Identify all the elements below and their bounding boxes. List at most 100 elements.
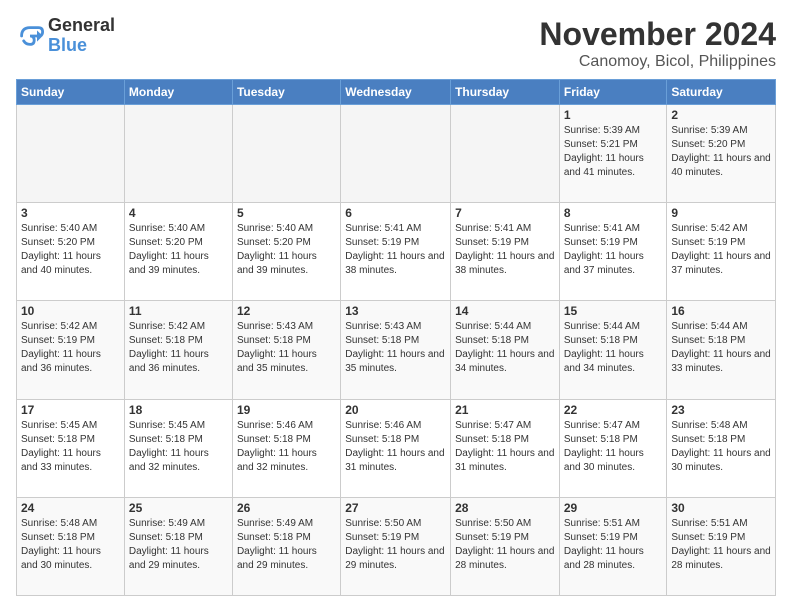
calendar-cell: 23 Sunrise: 5:48 AM Sunset: 5:18 PM Dayli…	[667, 399, 776, 497]
day-info: Sunrise: 5:41 AM Sunset: 5:19 PM Dayligh…	[564, 222, 663, 278]
day-info: Sunrise: 5:50 AM Sunset: 5:19 PM Dayligh…	[455, 517, 555, 573]
day-number: 20	[345, 403, 446, 417]
logo-icon	[16, 22, 44, 50]
day-info: Sunrise: 5:45 AM Sunset: 5:18 PM Dayligh…	[21, 419, 120, 475]
day-info: Sunrise: 5:44 AM Sunset: 5:18 PM Dayligh…	[455, 320, 555, 376]
day-number: 30	[671, 501, 771, 515]
calendar-cell: 28 Sunrise: 5:50 AM Sunset: 5:19 PM Dayli…	[451, 497, 560, 595]
calendar-cell: 25 Sunrise: 5:49 AM Sunset: 5:18 PM Dayli…	[124, 497, 232, 595]
calendar-cell: 14Sunrise: 5:44 AM Sunset: 5:18 PM Dayli…	[451, 301, 560, 399]
day-number: 23	[671, 403, 771, 417]
day-number: 13	[345, 304, 446, 318]
day-info: Sunrise: 5:40 AM Sunset: 5:20 PM Dayligh…	[237, 222, 336, 278]
calendar-cell	[17, 105, 125, 203]
calendar-cell: 9 Sunrise: 5:42 AM Sunset: 5:19 PM Daylig…	[667, 203, 776, 301]
day-number: 21	[455, 403, 555, 417]
calendar-cell: 7Sunrise: 5:41 AM Sunset: 5:19 PM Daylig…	[451, 203, 560, 301]
calendar-week-2: 3Sunrise: 5:40 AM Sunset: 5:20 PM Daylig…	[17, 203, 776, 301]
day-info: Sunrise: 5:43 AM Sunset: 5:18 PM Dayligh…	[237, 320, 336, 376]
day-info: Sunrise: 5:42 AM Sunset: 5:19 PM Dayligh…	[21, 320, 120, 376]
day-info: Sunrise: 5:43 AM Sunset: 5:18 PM Dayligh…	[345, 320, 446, 376]
calendar-cell	[124, 105, 232, 203]
day-number: 2	[671, 108, 771, 122]
page: General Blue November 2024 Canomoy, Bico…	[0, 0, 792, 612]
calendar-cell: 3Sunrise: 5:40 AM Sunset: 5:20 PM Daylig…	[17, 203, 125, 301]
col-sunday: Sunday	[17, 80, 125, 105]
day-info: Sunrise: 5:51 AM Sunset: 5:19 PM Dayligh…	[671, 517, 771, 573]
day-number: 4	[129, 206, 228, 220]
calendar-week-3: 10 Sunrise: 5:42 AM Sunset: 5:19 PM Dayli…	[17, 301, 776, 399]
calendar-cell: 6 Sunrise: 5:41 AM Sunset: 5:19 PM Daylig…	[341, 203, 451, 301]
calendar-cell: 13 Sunrise: 5:43 AM Sunset: 5:18 PM Dayli…	[341, 301, 451, 399]
day-number: 9	[671, 206, 771, 220]
calendar-week-4: 17 Sunrise: 5:45 AM Sunset: 5:18 PM Dayli…	[17, 399, 776, 497]
day-number: 1	[564, 108, 663, 122]
calendar-cell: 27Sunrise: 5:50 AM Sunset: 5:19 PM Dayli…	[341, 497, 451, 595]
day-number: 5	[237, 206, 336, 220]
day-number: 12	[237, 304, 336, 318]
day-info: Sunrise: 5:49 AM Sunset: 5:18 PM Dayligh…	[237, 517, 336, 573]
logo-line2: Blue	[48, 36, 115, 56]
calendar-cell: 26Sunrise: 5:49 AM Sunset: 5:18 PM Dayli…	[232, 497, 340, 595]
calendar-cell: 19 Sunrise: 5:46 AM Sunset: 5:18 PM Dayli…	[232, 399, 340, 497]
calendar-cell: 30 Sunrise: 5:51 AM Sunset: 5:19 PM Dayli…	[667, 497, 776, 595]
calendar-cell: 18 Sunrise: 5:45 AM Sunset: 5:18 PM Dayli…	[124, 399, 232, 497]
calendar-cell: 2 Sunrise: 5:39 AM Sunset: 5:20 PM Daylig…	[667, 105, 776, 203]
logo: General Blue	[16, 16, 115, 56]
day-info: Sunrise: 5:39 AM Sunset: 5:20 PM Dayligh…	[671, 124, 771, 180]
day-number: 18	[129, 403, 228, 417]
day-info: Sunrise: 5:46 AM Sunset: 5:18 PM Dayligh…	[237, 419, 336, 475]
calendar-cell: 11 Sunrise: 5:42 AM Sunset: 5:18 PM Dayli…	[124, 301, 232, 399]
col-wednesday: Wednesday	[341, 80, 451, 105]
day-info: Sunrise: 5:42 AM Sunset: 5:19 PM Dayligh…	[671, 222, 771, 278]
calendar-cell: 21 Sunrise: 5:47 AM Sunset: 5:18 PM Dayli…	[451, 399, 560, 497]
day-info: Sunrise: 5:44 AM Sunset: 5:18 PM Dayligh…	[671, 320, 771, 376]
calendar-cell: 12 Sunrise: 5:43 AM Sunset: 5:18 PM Dayli…	[232, 301, 340, 399]
calendar-cell: 1 Sunrise: 5:39 AM Sunset: 5:21 PM Daylig…	[559, 105, 667, 203]
day-number: 25	[129, 501, 228, 515]
day-number: 15	[564, 304, 663, 318]
day-number: 27	[345, 501, 446, 515]
day-info: Sunrise: 5:47 AM Sunset: 5:18 PM Dayligh…	[455, 419, 555, 475]
calendar: Sunday Monday Tuesday Wednesday Thursday…	[16, 79, 776, 596]
day-info: Sunrise: 5:44 AM Sunset: 5:18 PM Dayligh…	[564, 320, 663, 376]
logo-line1: General	[48, 16, 115, 36]
day-number: 17	[21, 403, 120, 417]
calendar-week-1: 1 Sunrise: 5:39 AM Sunset: 5:21 PM Daylig…	[17, 105, 776, 203]
day-info: Sunrise: 5:42 AM Sunset: 5:18 PM Dayligh…	[129, 320, 228, 376]
day-number: 11	[129, 304, 228, 318]
day-info: Sunrise: 5:47 AM Sunset: 5:18 PM Dayligh…	[564, 419, 663, 475]
day-number: 28	[455, 501, 555, 515]
calendar-cell: 22 Sunrise: 5:47 AM Sunset: 5:18 PM Dayli…	[559, 399, 667, 497]
calendar-week-5: 24 Sunrise: 5:48 AM Sunset: 5:18 PM Dayli…	[17, 497, 776, 595]
day-number: 8	[564, 206, 663, 220]
day-number: 16	[671, 304, 771, 318]
day-number: 6	[345, 206, 446, 220]
calendar-cell: 8 Sunrise: 5:41 AM Sunset: 5:19 PM Daylig…	[559, 203, 667, 301]
calendar-cell: 4 Sunrise: 5:40 AM Sunset: 5:20 PM Daylig…	[124, 203, 232, 301]
calendar-header-row: Sunday Monday Tuesday Wednesday Thursday…	[17, 80, 776, 105]
calendar-cell	[451, 105, 560, 203]
day-info: Sunrise: 5:46 AM Sunset: 5:18 PM Dayligh…	[345, 419, 446, 475]
day-info: Sunrise: 5:40 AM Sunset: 5:20 PM Dayligh…	[21, 222, 120, 278]
calendar-cell: 17 Sunrise: 5:45 AM Sunset: 5:18 PM Dayli…	[17, 399, 125, 497]
day-info: Sunrise: 5:40 AM Sunset: 5:20 PM Dayligh…	[129, 222, 228, 278]
day-number: 22	[564, 403, 663, 417]
col-tuesday: Tuesday	[232, 80, 340, 105]
col-thursday: Thursday	[451, 80, 560, 105]
day-info: Sunrise: 5:48 AM Sunset: 5:18 PM Dayligh…	[671, 419, 771, 475]
day-number: 24	[21, 501, 120, 515]
day-info: Sunrise: 5:48 AM Sunset: 5:18 PM Dayligh…	[21, 517, 120, 573]
day-number: 19	[237, 403, 336, 417]
header: General Blue November 2024 Canomoy, Bico…	[16, 16, 776, 71]
day-info: Sunrise: 5:51 AM Sunset: 5:19 PM Dayligh…	[564, 517, 663, 573]
day-info: Sunrise: 5:41 AM Sunset: 5:19 PM Dayligh…	[345, 222, 446, 278]
day-info: Sunrise: 5:45 AM Sunset: 5:18 PM Dayligh…	[129, 419, 228, 475]
month-title: November 2024	[539, 16, 776, 53]
calendar-cell	[341, 105, 451, 203]
calendar-cell: 16 Sunrise: 5:44 AM Sunset: 5:18 PM Dayli…	[667, 301, 776, 399]
day-info: Sunrise: 5:39 AM Sunset: 5:21 PM Dayligh…	[564, 124, 663, 180]
day-number: 10	[21, 304, 120, 318]
col-friday: Friday	[559, 80, 667, 105]
day-info: Sunrise: 5:49 AM Sunset: 5:18 PM Dayligh…	[129, 517, 228, 573]
